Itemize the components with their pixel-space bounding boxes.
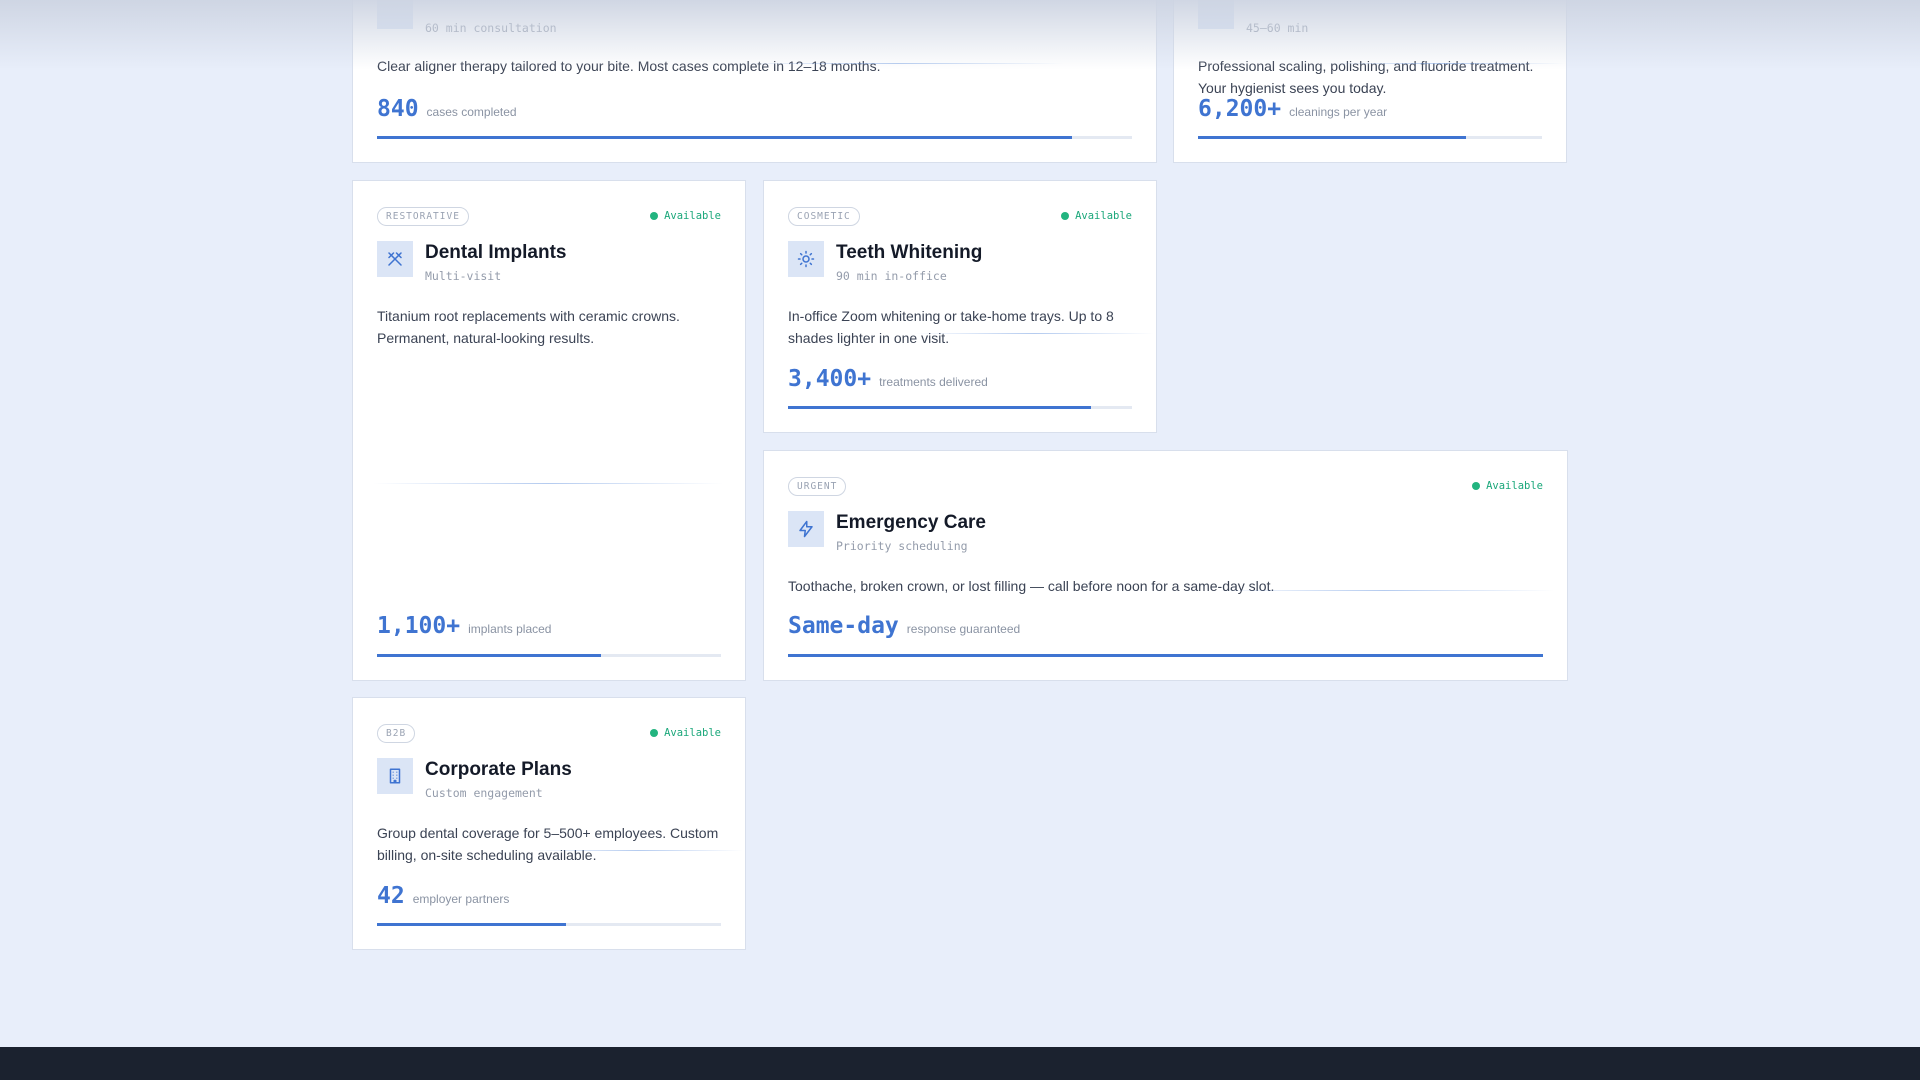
decorative-shine [1324, 63, 1564, 64]
status-dot [1472, 482, 1481, 490]
service-card-whitening[interactable]: COSMETIC Available Teeth Whitening 90 mi… [763, 180, 1157, 433]
card-subtitle: Custom engagement [425, 786, 543, 800]
card-subtitle: Multi-visit [425, 269, 502, 283]
card-subtitle: 90 min in-office [836, 269, 947, 283]
card-title-row: 60 min consultation [377, 0, 1132, 35]
status-dot [650, 212, 659, 220]
stat-label: cleanings per year [1289, 105, 1388, 119]
card-header: COSMETIC Available [788, 205, 1132, 227]
stat-label: employer partners [412, 892, 510, 906]
card-header: B2B Available [377, 722, 721, 744]
status-badge: Available [1061, 210, 1132, 222]
status-text: Available [1486, 480, 1543, 492]
service-card-aligners[interactable]: 60 min consultation Clear aligner therap… [352, 0, 1157, 163]
status-dot [650, 729, 659, 737]
card-title [425, 0, 557, 17]
card-stat: 840 cases completed [377, 96, 1132, 122]
card-title: Corporate Plans [425, 759, 572, 780]
card-description: Toothache, broken crown, or lost filling… [788, 578, 1275, 594]
decorative-shine [533, 850, 743, 851]
progress-bar [377, 923, 721, 926]
card-subtitle: Priority scheduling [836, 539, 968, 553]
progress-bar [788, 654, 1543, 657]
card-title-row: Dental Implants Multi-visit [377, 241, 721, 283]
status-badge: Available [650, 727, 721, 739]
page-footer [0, 1047, 1920, 1080]
progress-fill [1198, 136, 1467, 139]
card-stat: 6,200+ cleanings per year [1198, 96, 1542, 122]
card-subtitle: 45–60 min [1246, 21, 1309, 35]
tooth-icon [1198, 0, 1234, 29]
progress-bar [377, 136, 1132, 139]
stat-value: 42 [377, 883, 405, 909]
progress-fill [377, 654, 601, 657]
category-tag: RESTORATIVE [377, 206, 469, 226]
decorative-shine [733, 63, 1063, 64]
aligner-icon [377, 0, 413, 29]
stat-label: implants placed [468, 622, 552, 636]
progress-fill [788, 406, 1091, 409]
service-card-implants[interactable]: RESTORATIVE Available Dental Implants Mu… [352, 180, 746, 681]
status-text: Available [1075, 210, 1132, 222]
card-title: Teeth Whitening [836, 242, 983, 263]
stat-value: 3,400+ [788, 366, 872, 392]
stat-label: response guaranteed [906, 622, 1021, 636]
status-badge: Available [650, 210, 721, 222]
progress-bar [1198, 136, 1542, 139]
decorative-shine [1214, 590, 1554, 591]
stat-value: 1,100+ [377, 613, 461, 639]
card-title-row: Teeth Whitening 90 min in-office [788, 241, 1132, 283]
progress-fill [377, 923, 567, 926]
stat-label: treatments delivered [879, 375, 988, 389]
building-icon [377, 758, 413, 794]
service-card-corporate[interactable]: B2B Available Corporate Plans Custom eng… [352, 697, 746, 950]
decorative-shine [914, 333, 1154, 334]
progress-fill [788, 654, 1543, 657]
card-header: RESTORATIVE Available [377, 205, 721, 227]
stat-label: cases completed [426, 105, 517, 119]
progress-bar [377, 654, 721, 657]
status-text: Available [664, 727, 721, 739]
card-stat: 3,400+ treatments delivered [788, 366, 1132, 392]
card-header: URGENT Available [788, 475, 1543, 497]
stat-value: 6,200+ [1198, 96, 1282, 122]
status-dot [1061, 212, 1070, 220]
card-stat: 1,100+ implants placed [377, 613, 721, 639]
progress-fill [377, 136, 1072, 139]
card-title-row: 45–60 min [1198, 0, 1542, 35]
tools-icon [377, 241, 413, 277]
card-description: Clear aligner therapy tailored to your b… [377, 58, 881, 74]
category-tag: COSMETIC [788, 206, 860, 226]
card-title: Emergency Care [836, 512, 986, 533]
stat-value: 840 [377, 96, 419, 122]
card-title: Dental Implants [425, 242, 567, 263]
card-description: Group dental coverage for 5–500+ employe… [377, 825, 719, 863]
lightning-icon [788, 511, 824, 547]
card-stat: Same-day response guaranteed [788, 613, 1543, 639]
card-description: In-office Zoom whitening or take-home tr… [788, 308, 1114, 346]
card-description: Titanium root replacements with ceramic … [377, 308, 680, 346]
card-subtitle: 60 min consultation [425, 21, 557, 35]
progress-bar [788, 406, 1132, 409]
card-title-row: Emergency Care Priority scheduling [788, 511, 1543, 553]
card-description: Professional scaling, polishing, and flu… [1198, 58, 1534, 96]
category-tag: B2B [377, 723, 416, 743]
sun-icon [788, 241, 824, 277]
card-stat: 42 employer partners [377, 883, 721, 909]
service-card-emergency[interactable]: URGENT Available Emergency Care Priority… [763, 450, 1568, 681]
service-card-cleaning[interactable]: 45–60 min Professional scaling, polishin… [1173, 0, 1567, 163]
card-title-row: Corporate Plans Custom engagement [377, 758, 721, 800]
status-text: Available [664, 210, 721, 222]
card-title [1246, 0, 1308, 17]
category-tag: URGENT [788, 476, 847, 496]
decorative-shine [373, 483, 723, 484]
status-badge: Available [1472, 480, 1543, 492]
stat-value: Same-day [788, 613, 899, 639]
